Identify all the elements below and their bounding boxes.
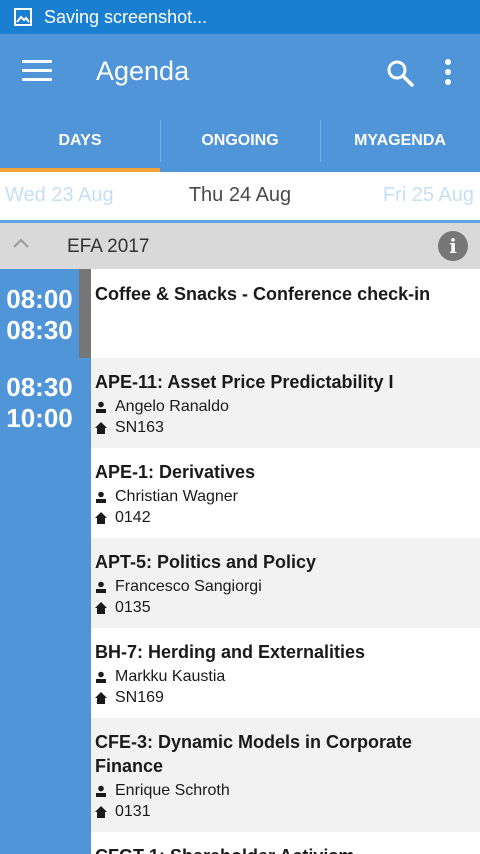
session-title: APT-5: Politics and Policy	[95, 552, 317, 572]
session-item[interactable]: CFE-3: Dynamic Models in Corporate Finan…	[91, 718, 480, 832]
page-title: Agenda	[96, 56, 190, 86]
time-column: 08:00 08:30 08:30 10:00	[0, 269, 79, 854]
session-title: CFE-3: Dynamic Models in Corporate Finan…	[95, 732, 413, 776]
info-icon[interactable]: i	[438, 231, 468, 261]
home-icon	[95, 692, 107, 704]
app-bar: Agenda	[0, 34, 480, 110]
session-stripe	[79, 269, 91, 358]
session-room: SN169	[95, 689, 164, 707]
status-bar: Saving screenshot...	[0, 0, 480, 34]
session-title: BH-7: Herding and Externalities	[95, 642, 366, 662]
session-person: Markku Kaustia	[95, 668, 225, 686]
image-icon	[14, 8, 32, 26]
day-selector: Wed 23 Aug Thu 24 Aug Fri 25 Aug	[0, 172, 480, 220]
more-vert-icon[interactable]	[436, 56, 460, 88]
day-next[interactable]: Fri 25 Aug	[383, 184, 474, 207]
slot-end-time: 08:30	[6, 315, 73, 345]
session-room-name: 0142	[115, 509, 151, 526]
tab-myagenda[interactable]: MYAGENDA	[320, 110, 480, 172]
session-person-name: Markku Kaustia	[115, 668, 226, 685]
session-person: Francesco Sangiorgi	[95, 578, 262, 596]
menu-icon[interactable]	[22, 60, 52, 84]
session-person-name: Enrique Schroth	[115, 782, 230, 799]
session-person: Enrique Schroth	[95, 782, 230, 800]
home-icon	[95, 806, 107, 818]
session-title: APE-11: Asset Price Predictability I	[95, 372, 394, 392]
session-room: 0135	[95, 599, 151, 617]
group-label: EFA 2017	[67, 236, 150, 257]
session-stripe	[79, 358, 91, 854]
search-icon[interactable]	[385, 58, 415, 88]
session-room: 0142	[95, 509, 151, 527]
session-title: Coffee & Snacks - Conference check-in	[95, 284, 431, 304]
session-item[interactable]: APE-11: Asset Price Predictability I Ang…	[91, 358, 480, 448]
person-icon	[96, 785, 106, 797]
session-item[interactable]: BH-7: Herding and Externalities Markku K…	[91, 628, 480, 718]
chevron-up-icon[interactable]	[12, 237, 30, 249]
group-header[interactable]: EFA 2017 i	[0, 223, 480, 269]
session-item[interactable]: APT-5: Politics and Policy Francesco San…	[91, 538, 480, 628]
session-person-name: Christian Wagner	[115, 488, 239, 505]
session-room-name: SN163	[115, 419, 164, 436]
session-item[interactable]: CFGT-1: Shareholder Activism	[91, 832, 480, 854]
status-text: Saving screenshot...	[44, 6, 208, 27]
session-person-name: Francesco Sangiorgi	[115, 578, 262, 595]
session-person: Angelo Ranaldo	[95, 398, 229, 416]
session-room-name: SN169	[115, 689, 164, 706]
session-person-name: Angelo Ranaldo	[115, 398, 229, 415]
session-item[interactable]: Coffee & Snacks - Conference check-in	[91, 269, 480, 358]
home-icon	[95, 512, 107, 524]
session-room: 0131	[95, 803, 151, 821]
slot-start-time: 08:00	[6, 284, 73, 314]
slot-start-time: 08:30	[6, 372, 73, 402]
session-room: SN163	[95, 419, 164, 437]
home-icon	[95, 602, 107, 614]
tab-ongoing[interactable]: ONGOING	[160, 110, 320, 172]
person-icon	[96, 491, 106, 503]
session-room-name: 0135	[115, 599, 151, 616]
home-icon	[95, 422, 107, 434]
tab-days[interactable]: DAYS	[0, 110, 160, 172]
session-person: Christian Wagner	[95, 488, 238, 506]
person-icon	[96, 401, 106, 413]
session-item[interactable]: APE-1: Derivatives Christian Wagner 0142	[91, 448, 480, 538]
slot-end-time: 10:00	[6, 403, 73, 433]
tab-bar: DAYS ONGOING MYAGENDA	[0, 110, 480, 172]
session-title: APE-1: Derivatives	[95, 462, 256, 482]
session-title: CFGT-1: Shareholder Activism	[95, 844, 465, 854]
person-icon	[96, 581, 106, 593]
person-icon	[96, 671, 106, 683]
session-room-name: 0131	[115, 803, 151, 820]
